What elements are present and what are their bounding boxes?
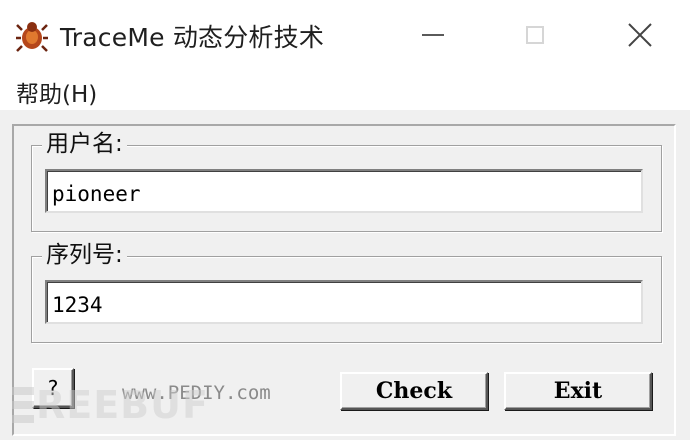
minimize-icon (422, 34, 444, 36)
minimize-button[interactable] (405, 12, 461, 58)
menu-bar: 帮助(H) (0, 70, 690, 110)
title-bar[interactable]: TraceMe 动态分析技术 (0, 0, 690, 70)
window-title: TraceMe 动态分析技术 (60, 23, 325, 52)
username-input[interactable] (45, 169, 643, 213)
username-label: 用户名: (42, 128, 127, 160)
exit-button[interactable]: Exit (504, 372, 652, 410)
watermark-text: REEBUF (36, 383, 209, 427)
close-icon (628, 23, 652, 47)
maximize-button (507, 12, 563, 58)
serial-label: 序列号: (42, 239, 127, 271)
serial-input[interactable] (45, 280, 643, 324)
check-button[interactable]: Check (340, 372, 488, 410)
serial-group: 序列号: (31, 239, 662, 343)
freebuf-watermark: REEBUF (12, 380, 209, 430)
bug-app-icon (16, 22, 48, 52)
freebuf-logo-icon (12, 387, 34, 423)
close-button[interactable] (612, 12, 668, 58)
menu-item-help[interactable]: 帮助(H) (16, 75, 97, 109)
username-group: 用户名: (31, 128, 662, 232)
maximize-icon (526, 26, 544, 44)
